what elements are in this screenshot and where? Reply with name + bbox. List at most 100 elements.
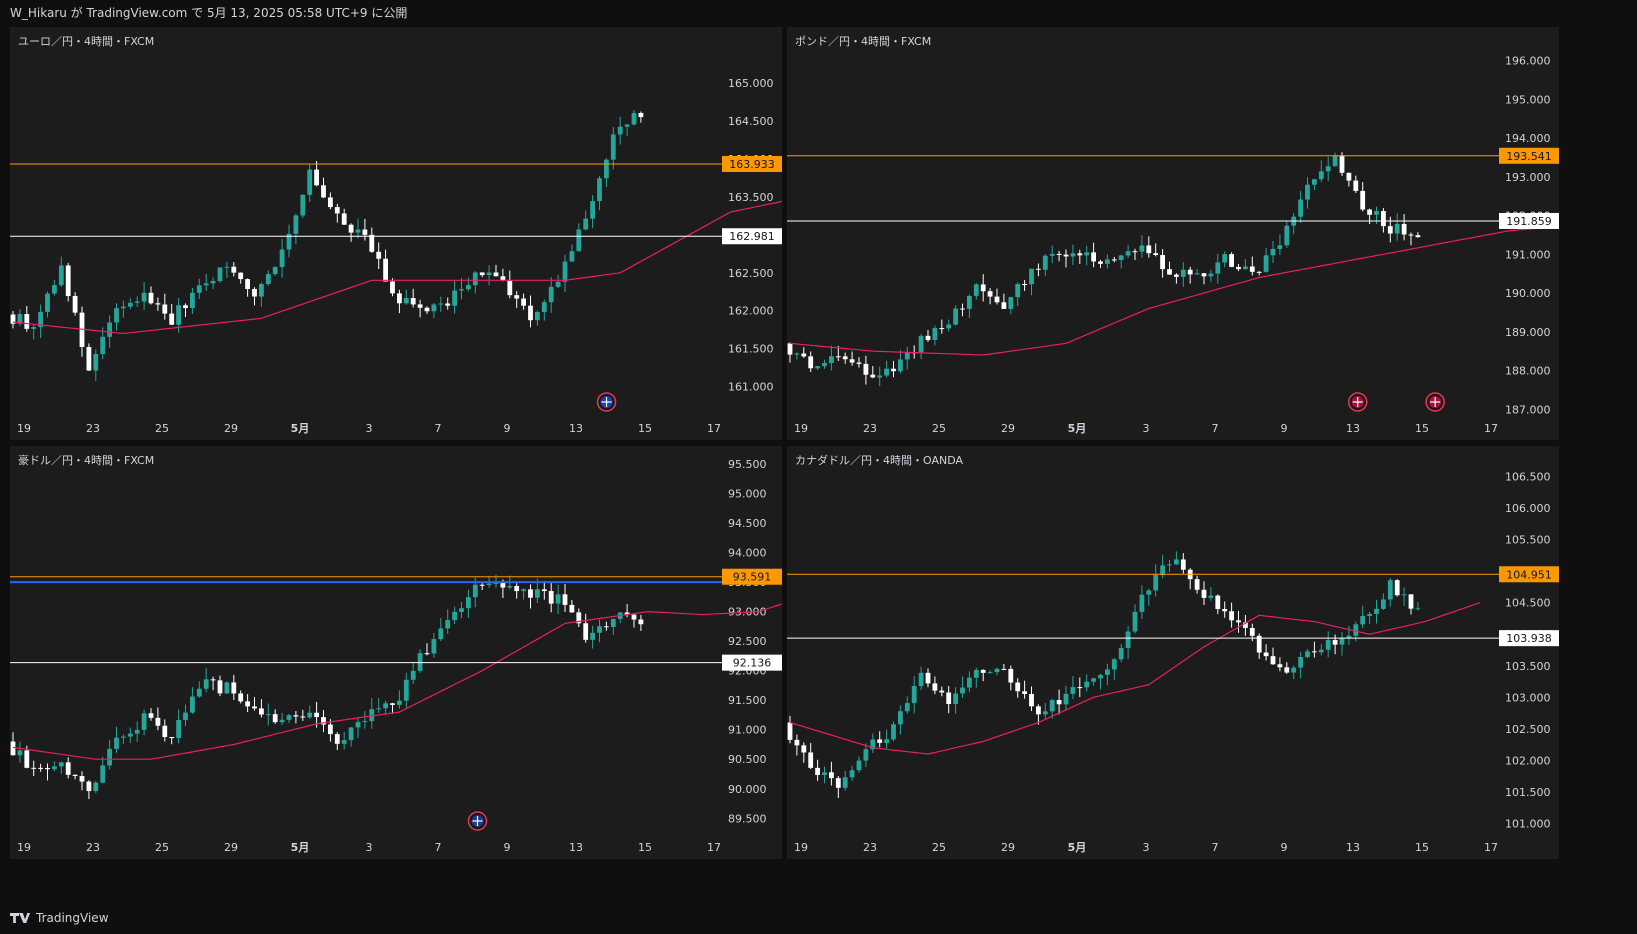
x-tick-label: 25 [932, 841, 946, 854]
candle-body [569, 251, 575, 262]
candle-body [1374, 211, 1379, 215]
candle-body [1160, 565, 1165, 576]
candle-body [383, 703, 388, 709]
x-tick-label: 29 [1001, 422, 1015, 435]
y-tick-label: 162.000 [728, 305, 774, 318]
price-label-text: 92.136 [733, 657, 772, 670]
candle-body [808, 356, 814, 369]
chart-panel-eurjpy[interactable]: 165.000164.500164.000163.500163.000162.5… [10, 27, 782, 440]
candle-body [79, 776, 85, 782]
candle-body [1084, 681, 1090, 688]
y-tick-label: 187.000 [1505, 403, 1551, 416]
candle-body [1263, 652, 1269, 657]
candle-body [1105, 259, 1110, 264]
candle-body [1346, 172, 1352, 181]
candle-body [541, 302, 547, 313]
candle-body [1374, 608, 1379, 614]
candles [10, 574, 644, 800]
candle-body [472, 584, 478, 598]
candle-body [1029, 693, 1034, 707]
tradingview-logo-icon[interactable] [10, 912, 30, 924]
publish-header: W_Hikaru が TradingView.com で 5月 13, 2025… [0, 0, 1637, 27]
candle-body [300, 194, 306, 216]
y-tick-label: 106.500 [1505, 471, 1551, 484]
candle-body [898, 711, 903, 725]
candle-body [1070, 687, 1076, 694]
x-tick-label: 19 [794, 422, 808, 435]
candle-body [973, 669, 979, 678]
candle-body [224, 266, 230, 268]
candle-body [169, 736, 175, 739]
candle-body [898, 359, 903, 372]
candle-body [500, 582, 506, 588]
candle-body [355, 722, 361, 728]
candle-body [86, 781, 92, 792]
candle-body [1008, 297, 1014, 309]
price-label-text: 193.541 [1506, 150, 1552, 163]
y-tick-label: 103.500 [1505, 660, 1551, 673]
y-tick-label: 101.000 [1505, 817, 1551, 830]
y-tick-label: 161.500 [728, 343, 774, 356]
candle-body [631, 614, 637, 620]
candle-body [1077, 253, 1083, 256]
candle-body [815, 366, 820, 369]
candle-body [842, 777, 848, 788]
candle-body [52, 766, 57, 770]
candle-body [1353, 624, 1359, 636]
candle-body [190, 292, 195, 308]
candle-body [856, 760, 862, 771]
candle-body [52, 285, 57, 294]
y-tick-label: 101.500 [1505, 786, 1551, 799]
candle-body [245, 279, 250, 289]
candle-body [1277, 664, 1283, 668]
chart-panel-gbpjpy[interactable]: 196.000195.000194.000193.000192.000191.0… [787, 27, 1559, 440]
candle-body [127, 733, 133, 737]
candle-body [638, 112, 644, 118]
x-tick-label: 7 [435, 422, 442, 435]
candle-body [1056, 700, 1062, 705]
candle-body [141, 292, 147, 302]
candle-body [224, 682, 230, 694]
x-tick-label: 5月 [291, 422, 310, 435]
candle-body [590, 632, 595, 640]
candle-body [183, 305, 188, 308]
candle-body [967, 295, 972, 309]
candle-body [252, 706, 257, 709]
x-tick-label: 15 [638, 841, 652, 854]
x-tick-label: 23 [86, 422, 100, 435]
candle-body [1201, 273, 1207, 277]
footer-brand[interactable]: TradingView [36, 911, 109, 925]
candle-body [597, 626, 602, 633]
candle-body [624, 124, 630, 127]
candle-body [835, 356, 841, 358]
y-tick-label: 189.000 [1505, 326, 1551, 339]
candle-body [1208, 273, 1214, 277]
candle-body [1208, 595, 1214, 598]
candle-body [10, 741, 16, 756]
candle-body [1284, 667, 1290, 673]
candle-body [1139, 245, 1145, 252]
candle-body [424, 307, 430, 312]
candle-body [1194, 273, 1200, 275]
candle-body [1091, 678, 1096, 682]
candle-body [1056, 253, 1062, 255]
candle-body [1298, 657, 1303, 668]
y-tick-label: 194.000 [1505, 132, 1551, 145]
candle-body [231, 266, 237, 273]
candle-body [925, 335, 931, 340]
chart-panel-audjpy[interactable]: 95.50095.00094.50094.00093.50093.00092.5… [10, 446, 782, 859]
chart-panel-cadjpy[interactable]: 106.500106.000105.500105.000104.500104.0… [787, 446, 1559, 859]
candle-body [1284, 225, 1290, 246]
candle-body [1036, 268, 1041, 270]
candle-body [121, 736, 126, 738]
candle-body [45, 768, 50, 770]
candle-body [307, 169, 313, 195]
candle-body [403, 679, 409, 701]
candle-body [348, 727, 354, 741]
footer-bar: TradingView [0, 902, 1637, 934]
y-tick-label: 89.500 [728, 812, 767, 825]
y-tick-label: 92.500 [728, 635, 767, 648]
candle-body [604, 159, 609, 179]
candle-body [148, 292, 154, 304]
y-tick-label: 195.000 [1505, 93, 1551, 106]
